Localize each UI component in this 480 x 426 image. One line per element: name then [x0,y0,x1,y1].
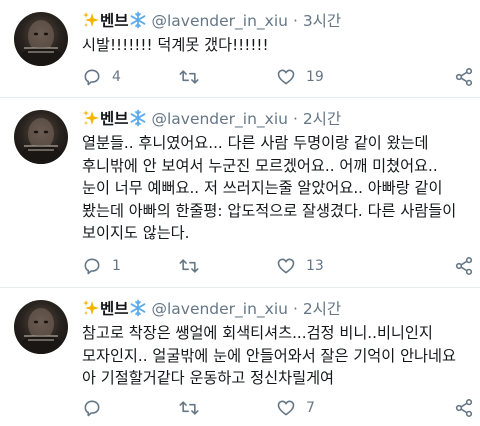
share-button[interactable] [454,255,474,277]
action-bar: 0 0 7 [82,397,480,419]
reply-icon [82,398,102,418]
reply-button[interactable]: 0 [82,397,121,419]
separator: · [292,300,298,318]
retweet-icon [178,67,200,87]
snowflake-icon [129,109,147,127]
reply-icon [82,256,102,276]
separator: · [292,110,298,128]
like-button[interactable]: 19 [276,66,324,88]
reply-count: 4 [112,69,121,85]
share-icon [454,67,474,87]
share-icon [454,256,474,276]
tweet[interactable]: 벤브 @lavender_in_xiu · 2시간 참고로 착장은 쌩얼에 회색… [0,288,480,426]
heart-icon [276,256,296,276]
avatar[interactable] [14,12,68,66]
like-button[interactable]: 13 [276,255,324,277]
reply-button[interactable]: 1 [82,255,121,277]
heart-icon [276,398,296,418]
like-count: 19 [306,69,324,85]
tweet-header: 벤브 @lavender_in_xiu · 2시간 [82,298,341,320]
tweet[interactable]: 벤브 @lavender_in_xiu · 2시간 열분들.. 후니였어요...… [0,98,480,288]
reply-count: 1 [112,258,121,274]
snowflake-icon [129,299,147,317]
avatar[interactable] [14,110,68,164]
timestamp[interactable]: 3시간 [303,12,341,30]
share-icon [454,398,474,418]
reply-button[interactable]: 4 [82,66,121,88]
sparkles-icon [82,109,100,127]
retweet-icon [178,256,200,276]
like-button[interactable]: 7 [276,397,315,419]
user-handle[interactable]: @lavender_in_xiu [151,12,288,30]
retweet-icon [178,398,200,418]
tweet-header: 벤브 @lavender_in_xiu · 3시간 [82,10,341,32]
retweet-button[interactable]: 0 [178,255,219,277]
separator: · [292,12,298,30]
timestamp[interactable]: 2시간 [303,300,341,318]
avatar[interactable] [14,300,68,354]
tweet-text: 열분들.. 후니였어요... 다른 사람 두명이랑 같이 왔는데 후니밖에 안 … [82,134,457,242]
retweet-button[interactable]: 0 [178,397,219,419]
tweet[interactable]: 벤브 @lavender_in_xiu · 3시간 시발!!!!!!! 덕계못 … [0,0,480,98]
like-count: 7 [306,400,315,416]
sparkles-icon [82,299,100,317]
tweet-feed: 벤브 @lavender_in_xiu · 3시간 시발!!!!!!! 덕계못 … [0,0,480,426]
tweet-text: 참고로 착장은 쌩얼에 회색티셔츠...검정 비니..비니인지 모자인지.. 얼… [82,324,456,387]
share-button[interactable] [454,66,474,88]
tweet-header: 벤브 @lavender_in_xiu · 2시간 [82,108,341,130]
tweet-text: 시발!!!!!!! 덕계못 갰다!!!!!! [82,36,269,54]
action-bar: 4 0 19 [82,66,480,88]
share-button[interactable] [454,397,474,419]
user-handle[interactable]: @lavender_in_xiu [151,110,288,128]
user-handle[interactable]: @lavender_in_xiu [151,300,288,318]
action-bar: 1 0 13 [82,255,480,277]
timestamp[interactable]: 2시간 [303,110,341,128]
display-name[interactable]: 벤브 [100,12,129,30]
sparkles-icon [82,11,100,29]
heart-icon [276,67,296,87]
snowflake-icon [129,11,147,29]
display-name[interactable]: 벤브 [100,300,129,318]
retweet-button[interactable]: 0 [178,66,219,88]
like-count: 13 [306,258,324,274]
display-name[interactable]: 벤브 [100,110,129,128]
reply-icon [82,67,102,87]
